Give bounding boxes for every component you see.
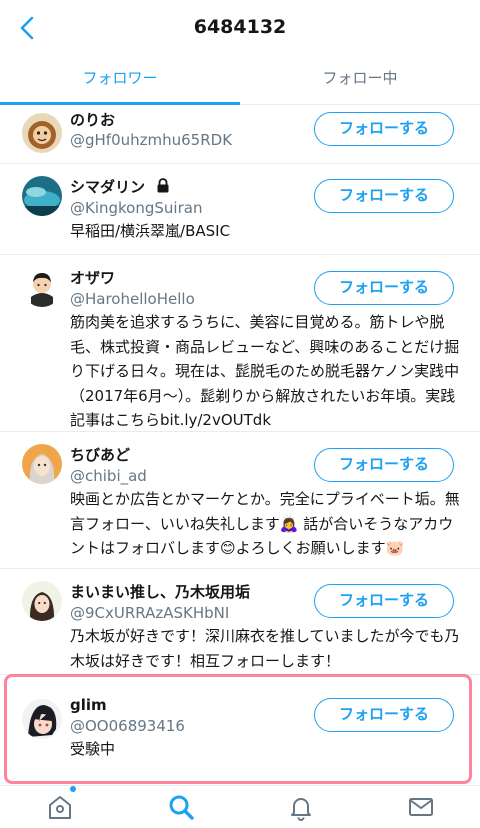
user-row[interactable]: ちびあど @chibi_ad 映画とか広告とかマーケとか。完全にプライベート垢。…	[0, 432, 480, 569]
user-name: シマダリン	[70, 176, 170, 197]
user-name: まいまい推し、乃木坂用垢	[70, 583, 251, 601]
user-handle: @OO06893416	[70, 717, 185, 735]
follow-button[interactable]: フォローする	[314, 448, 454, 482]
follow-button[interactable]: フォローする	[314, 698, 454, 732]
avatar	[22, 267, 62, 307]
avatar	[22, 699, 62, 739]
page-title: 6484132	[193, 16, 287, 38]
user-name: オザワ	[70, 269, 116, 287]
user-row[interactable]: のりお @gHf0uhzmhu65RDK フォローする	[0, 105, 480, 164]
user-row[interactable]: まいまい推し、乃木坂用垢 @9CxURRAzASKHbNI 乃木坂が好きです！深…	[0, 569, 480, 675]
user-handle: @9CxURRAzASKHbNI	[70, 604, 230, 622]
lock-icon	[157, 178, 169, 193]
avatar	[22, 113, 62, 153]
bell-icon[interactable]	[286, 792, 316, 822]
user-bio: 早稲田/横浜翠嵐/BASIC	[70, 222, 231, 240]
user-bio: 受験中	[70, 740, 116, 758]
tab-bar: フォロワー フォロー中	[0, 58, 480, 105]
user-row[interactable]: オザワ @HarohelloHello 筋肉美を追求するうちに、美容に目覚める。…	[0, 255, 480, 432]
avatar	[22, 444, 62, 484]
search-icon[interactable]	[166, 792, 196, 822]
avatar	[22, 176, 62, 216]
user-bio: 映画とか広告とかマーケとか。完全にプライベート垢。無言フォロー、いいね失礼します…	[70, 490, 460, 557]
new-content-dot	[70, 786, 76, 792]
user-handle: @chibi_ad	[70, 467, 147, 485]
tab-label: フォロー中	[322, 69, 398, 87]
user-name: ちびあど	[70, 446, 131, 464]
tab-followers[interactable]: フォロワー	[0, 58, 240, 105]
tab-label: フォロワー	[82, 69, 158, 87]
user-name: glim	[70, 696, 107, 714]
user-bio: 筋肉美を追求するうちに、美容に目覚める。筋トレや脱毛、株式投資・商品レビューなど…	[70, 313, 460, 429]
user-handle: @KingkongSuiran	[70, 199, 203, 217]
header: 6484132	[0, 0, 480, 56]
home-icon[interactable]	[45, 792, 75, 822]
avatar	[22, 581, 62, 621]
follow-button[interactable]: フォローする	[314, 112, 454, 146]
user-handle: @gHf0uhzmhu65RDK	[70, 131, 233, 149]
mail-icon[interactable]	[406, 792, 436, 822]
user-row[interactable]: glim @OO06893416 受験中 フォローする	[0, 675, 480, 784]
follow-button[interactable]: フォローする	[314, 584, 454, 618]
tab-following[interactable]: フォロー中	[240, 58, 480, 104]
follow-button[interactable]: フォローする	[314, 271, 454, 305]
user-handle: @HarohelloHello	[70, 290, 195, 308]
user-name-text: シマダリン	[70, 178, 146, 196]
user-row[interactable]: シマダリン @KingkongSuiran 早稲田/横浜翠嵐/BASIC フォロ…	[0, 164, 480, 255]
follow-button[interactable]: フォローする	[314, 179, 454, 213]
user-bio: 乃木坂が好きです！深川麻衣を推していましたが今でも乃木坂は好きです！相互フォロー…	[70, 627, 460, 670]
user-name: のりお	[70, 111, 116, 129]
